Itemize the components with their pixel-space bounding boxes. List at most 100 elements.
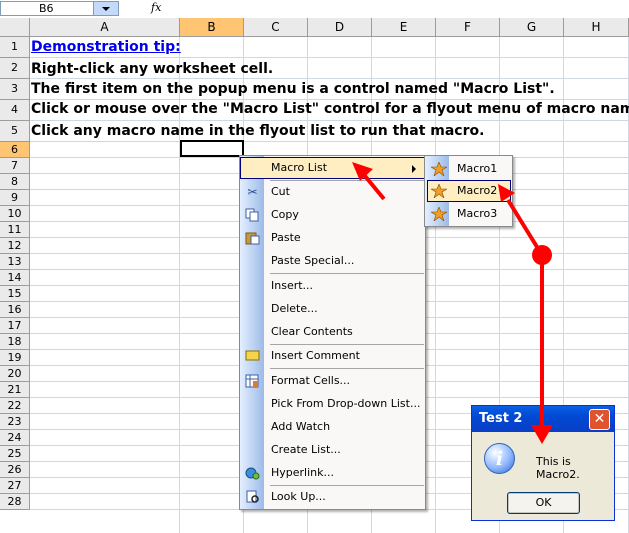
menu-item-insert-comment[interactable]: Insert Comment <box>240 345 425 367</box>
row-header-2[interactable]: 2 <box>0 58 30 79</box>
menu-item-copy[interactable]: Copy <box>240 204 425 226</box>
row-header-21[interactable]: 21 <box>0 382 30 398</box>
dialog-titlebar[interactable]: Test 2 ✕ <box>472 406 614 432</box>
menu-item-look-up[interactable]: Look Up... <box>240 486 425 508</box>
cell-a4[interactable]: Click or mouse over the "Macro List" con… <box>31 101 629 117</box>
menu-item-label: Insert... <box>271 279 314 292</box>
menu-item-add-watch[interactable]: Add Watch <box>240 416 425 438</box>
formula-bar: B6 fx <box>0 0 629 19</box>
menu-item-label: Copy <box>271 208 299 221</box>
row-header-19[interactable]: 19 <box>0 350 30 366</box>
context-menu: Macro List ✂ Cut Copy Paste Paste Specia… <box>239 155 426 510</box>
column-header-c[interactable]: C <box>244 18 308 37</box>
active-cell-b6[interactable] <box>180 140 244 157</box>
column-header-b[interactable]: B <box>180 18 244 37</box>
row-header-27[interactable]: 27 <box>0 478 30 494</box>
grid-line <box>30 57 629 58</box>
menu-item-hyperlink[interactable]: Hyperlink... <box>240 462 425 484</box>
menu-item-pick-from-list[interactable]: Pick From Drop-down List... <box>240 393 425 415</box>
ok-button[interactable]: OK <box>507 492 580 514</box>
menu-item-cut[interactable]: ✂ Cut <box>240 181 425 203</box>
menu-item-label: Clear Contents <box>271 325 353 338</box>
column-header-e[interactable]: E <box>372 18 436 37</box>
close-icon[interactable]: ✕ <box>589 409 610 430</box>
copy-icon <box>245 208 260 222</box>
column-header-d[interactable]: D <box>308 18 372 37</box>
fx-icon[interactable]: fx <box>151 1 161 14</box>
select-all-corner[interactable] <box>0 18 30 37</box>
row-header-3[interactable]: 3 <box>0 79 30 100</box>
menu-item-label: Add Watch <box>271 420 331 433</box>
row-header-26[interactable]: 26 <box>0 462 30 478</box>
row-header-1[interactable]: 1 <box>0 37 30 58</box>
macro-icon <box>429 161 449 177</box>
row-header-24[interactable]: 24 <box>0 430 30 446</box>
submenu-arrow-icon <box>412 165 416 173</box>
submenu-item-label: Macro1 <box>457 162 498 175</box>
row-header-14[interactable]: 14 <box>0 270 30 286</box>
cell-a3[interactable]: The first item on the popup menu is a co… <box>31 81 555 97</box>
submenu-item-macro2[interactable]: Macro2 <box>427 180 511 202</box>
info-icon: i <box>484 443 515 474</box>
grid-line <box>30 141 629 142</box>
row-header-25[interactable]: 25 <box>0 446 30 462</box>
row-header-9[interactable]: 9 <box>0 190 30 206</box>
column-header-a[interactable]: A <box>30 18 180 37</box>
comment-icon <box>245 349 260 363</box>
dialog-title: Test 2 <box>479 411 523 426</box>
menu-item-format-cells[interactable]: Format Cells... <box>240 370 425 392</box>
row-header-12[interactable]: 12 <box>0 238 30 254</box>
paste-icon <box>245 231 260 245</box>
row-header-22[interactable]: 22 <box>0 398 30 414</box>
menu-item-label: Create List... <box>271 443 341 456</box>
row-header-4[interactable]: 4 <box>0 100 30 121</box>
submenu-item-macro3[interactable]: Macro3 <box>427 203 511 225</box>
row-header-8[interactable]: 8 <box>0 174 30 190</box>
grid-line <box>30 78 629 79</box>
menu-item-label: Look Up... <box>271 490 326 503</box>
row-header-10[interactable]: 10 <box>0 206 30 222</box>
row-header-13[interactable]: 13 <box>0 254 30 270</box>
menu-item-label: Hyperlink... <box>271 466 334 479</box>
macro-icon <box>429 206 449 222</box>
menu-item-create-list[interactable]: Create List... <box>240 439 425 461</box>
menu-item-label: Paste Special... <box>271 254 355 267</box>
macro-icon <box>429 183 449 199</box>
submenu-item-macro1[interactable]: Macro1 <box>427 158 511 180</box>
row-header-6[interactable]: 6 <box>0 142 30 158</box>
menu-item-paste[interactable]: Paste <box>240 227 425 249</box>
row-header-7[interactable]: 7 <box>0 158 30 174</box>
cell-a2[interactable]: Right-click any worksheet cell. <box>31 61 273 77</box>
menu-item-paste-special[interactable]: Paste Special... <box>240 250 425 272</box>
grid-line <box>30 120 629 121</box>
row-header-20[interactable]: 20 <box>0 366 30 382</box>
column-header-h[interactable]: H <box>564 18 629 37</box>
submenu-item-label: Macro3 <box>457 207 498 220</box>
column-header-f[interactable]: F <box>436 18 500 37</box>
menu-item-clear-contents[interactable]: Clear Contents <box>240 321 425 343</box>
cell-a5[interactable]: Click any macro name in the flyout list … <box>31 123 484 139</box>
menu-item-insert[interactable]: Insert... <box>240 275 425 297</box>
dialog-message: This is Macro2. <box>536 455 580 481</box>
row-header-17[interactable]: 17 <box>0 318 30 334</box>
menu-item-label: Macro List <box>271 161 328 174</box>
name-box[interactable]: B6 <box>0 1 94 16</box>
row-header-18[interactable]: 18 <box>0 334 30 350</box>
menu-separator <box>270 273 424 274</box>
column-header-g[interactable]: G <box>500 18 564 37</box>
menu-item-macro-list[interactable]: Macro List <box>240 157 425 179</box>
name-box-dropdown-button[interactable] <box>94 1 119 16</box>
row-header-11[interactable]: 11 <box>0 222 30 238</box>
row-header-15[interactable]: 15 <box>0 286 30 302</box>
menu-item-label: Insert Comment <box>271 349 360 362</box>
cell-a1[interactable]: Demonstration tip: <box>31 39 181 55</box>
row-header-5[interactable]: 5 <box>0 121 30 142</box>
menu-item-label: Pick From Drop-down List... <box>271 397 421 410</box>
menu-separator <box>270 368 424 369</box>
row-header-16[interactable]: 16 <box>0 302 30 318</box>
menu-item-delete[interactable]: Delete... <box>240 298 425 320</box>
formula-input[interactable] <box>169 1 629 16</box>
row-header-23[interactable]: 23 <box>0 414 30 430</box>
grid-line <box>30 99 629 100</box>
row-header-28[interactable]: 28 <box>0 494 30 510</box>
